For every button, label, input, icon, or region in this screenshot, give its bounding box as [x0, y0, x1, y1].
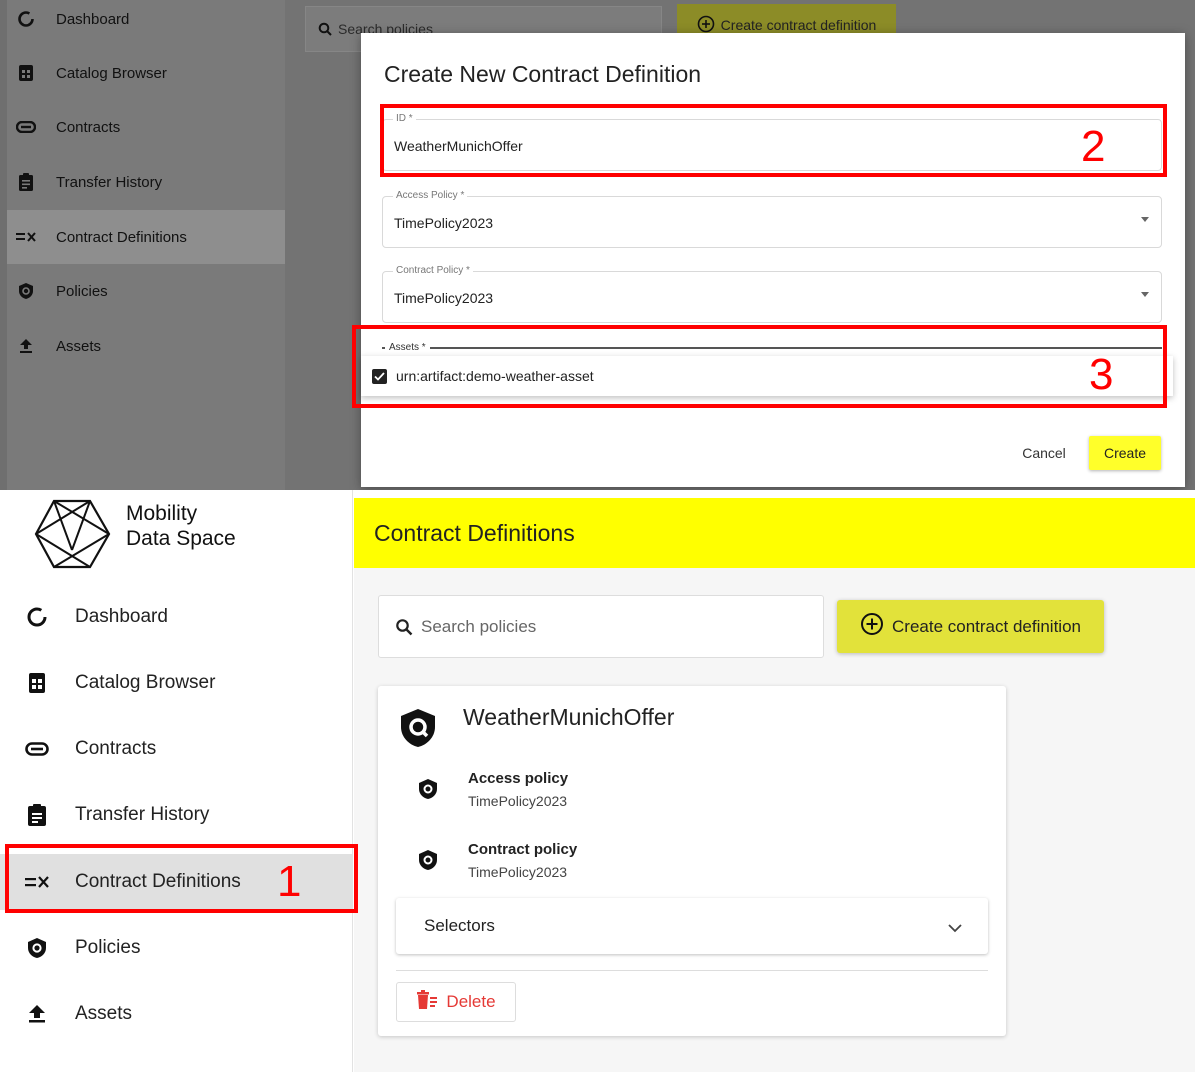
sidebar-item-label: Dashboard — [56, 10, 130, 28]
clipboard-icon — [15, 171, 37, 193]
annotation-number-3: 3 — [1089, 350, 1114, 399]
page-title: Contract Definitions — [374, 519, 575, 546]
access-policy-value: TimePolicy2023 — [394, 215, 494, 231]
app-logo[interactable]: Mobility Data Space — [34, 498, 236, 570]
contract-definition-card: WeatherMunichOffer Access policy TimePol… — [378, 686, 1006, 1036]
add-circle-icon — [860, 612, 884, 641]
chevron-down-icon — [948, 920, 962, 938]
dialog-title: Create New Contract Definition — [384, 61, 702, 87]
sidebar-item-label: Contract Definitions — [56, 228, 187, 246]
card-title: WeatherMunichOffer — [463, 704, 675, 730]
sidebar-item-policies[interactable]: Policies — [7, 264, 285, 318]
clipboard-icon — [24, 802, 50, 828]
policy-shield-icon — [418, 778, 440, 809]
annotation-box-3 — [352, 325, 1167, 408]
catalog-icon — [15, 62, 37, 84]
access-policy-row: Access policy TimePolicy2023 — [418, 770, 568, 809]
brand-name: Mobility Data Space — [126, 501, 236, 551]
contract-policy-value: TimePolicy2023 — [394, 290, 494, 306]
dropdown-arrow-icon — [1141, 217, 1149, 222]
sidebar-item-transfer-history[interactable]: Transfer History — [7, 155, 285, 209]
sidebar-item-label: Policies — [56, 282, 108, 300]
contracts-icon — [24, 736, 50, 762]
sidebar-item-label: Catalog Browser — [75, 672, 216, 693]
sidebar-item-label: Transfer History — [75, 804, 210, 825]
sidebar-item-label: Contracts — [56, 118, 121, 136]
catalog-icon — [24, 670, 50, 696]
sidebar-item-label: Transfer History — [56, 173, 163, 191]
access-policy-label: Access Policy * — [393, 190, 468, 201]
create-button[interactable]: Create — [1089, 436, 1161, 470]
sidebar-item-policies[interactable]: Policies — [0, 920, 353, 976]
contract-policy-heading: Contract policy — [468, 841, 578, 858]
create-contract-definition-dialog: Create New Contract Definition ID * Weat… — [361, 33, 1185, 487]
search-icon — [395, 618, 413, 636]
sidebar-item-label: Assets — [75, 1003, 133, 1024]
dashboard-icon — [15, 8, 37, 30]
sidebar-item-dashboard[interactable]: Dashboard — [0, 589, 353, 645]
brand-line-1: Mobility — [126, 502, 198, 525]
search-placeholder: Search policies — [421, 616, 537, 636]
policy-shield-icon — [400, 708, 436, 753]
search-icon — [318, 22, 332, 36]
sidebar-item-assets[interactable]: Assets — [0, 986, 353, 1042]
sidebar-item-label: Dashboard — [75, 606, 168, 627]
contract-policy-select[interactable]: Contract Policy * TimePolicy2023 — [382, 265, 1162, 323]
mobility-logo-icon — [34, 499, 111, 569]
access-policy-value: TimePolicy2023 — [468, 793, 568, 809]
access-policy-select[interactable]: Access Policy * TimePolicy2023 — [382, 190, 1162, 248]
delete-icon — [416, 989, 438, 1015]
annotation-number-1: 1 — [277, 857, 302, 906]
sidebar-item-catalog-browser[interactable]: Catalog Browser — [7, 46, 285, 100]
create-contract-definition-button[interactable]: Create contract definition — [837, 600, 1104, 653]
create-button-label: Create contract definition — [720, 17, 877, 33]
sidebar-item-label: Catalog Browser — [56, 64, 167, 82]
create-dialog-screenshot: Dashboard Catalog Browser Contracts Tran… — [0, 0, 1195, 490]
brand-line-2: Data Space — [126, 527, 236, 550]
upload-icon — [15, 335, 37, 357]
annotation-number-2: 2 — [1081, 122, 1106, 171]
contract-definitions-screenshot: Mobility Data Space Dashboard Catalog Br… — [0, 490, 1195, 1072]
policy-shield-icon — [24, 935, 50, 961]
sidebar-item-dashboard[interactable]: Dashboard — [7, 0, 285, 46]
cancel-button[interactable]: Cancel — [1011, 437, 1077, 469]
card-divider — [396, 970, 988, 971]
upload-icon — [24, 1001, 50, 1027]
sidebar-item-label: Assets — [56, 337, 102, 355]
sidebar: Mobility Data Space Dashboard Catalog Br… — [0, 490, 353, 1072]
access-policy-heading: Access policy — [468, 770, 569, 787]
sidebar-item-contracts[interactable]: Contracts — [0, 721, 353, 777]
sidebar-item-contracts[interactable]: Contracts — [7, 100, 285, 154]
policy-shield-icon — [418, 849, 440, 880]
sidebar-item-assets[interactable]: Assets — [7, 319, 285, 373]
sidebar-item-label: Contracts — [75, 738, 157, 759]
search-input[interactable]: Search policies — [378, 595, 824, 658]
sidebar-item-transfer-history[interactable]: Transfer History — [0, 787, 353, 843]
selectors-expander[interactable]: Selectors — [396, 898, 988, 954]
delete-button[interactable]: Delete — [396, 982, 516, 1022]
annotation-box-2 — [380, 104, 1167, 177]
contract-policy-value: TimePolicy2023 — [468, 864, 568, 880]
delete-label: Delete — [446, 992, 496, 1011]
sidebar-item-catalog-browser[interactable]: Catalog Browser — [0, 655, 353, 711]
dropdown-arrow-icon — [1141, 292, 1149, 297]
page-header: Contract Definitions — [354, 498, 1195, 568]
annotation-box-1 — [5, 844, 358, 913]
policy-shield-icon — [15, 280, 37, 302]
sidebar-item-contract-definitions[interactable]: Contract Definitions — [7, 210, 285, 264]
sidebar-dimmed: Dashboard Catalog Browser Contracts Tran… — [7, 0, 285, 490]
dashboard-icon — [24, 604, 50, 630]
contract-policy-label: Contract Policy * — [393, 265, 473, 276]
sidebar-item-label: Policies — [75, 937, 141, 958]
selectors-label: Selectors — [424, 916, 495, 935]
contract-policy-row: Contract policy TimePolicy2023 — [418, 841, 577, 880]
contracts-icon — [15, 116, 37, 138]
create-button-label: Create contract definition — [892, 616, 1081, 636]
contract-definitions-icon — [15, 226, 37, 248]
